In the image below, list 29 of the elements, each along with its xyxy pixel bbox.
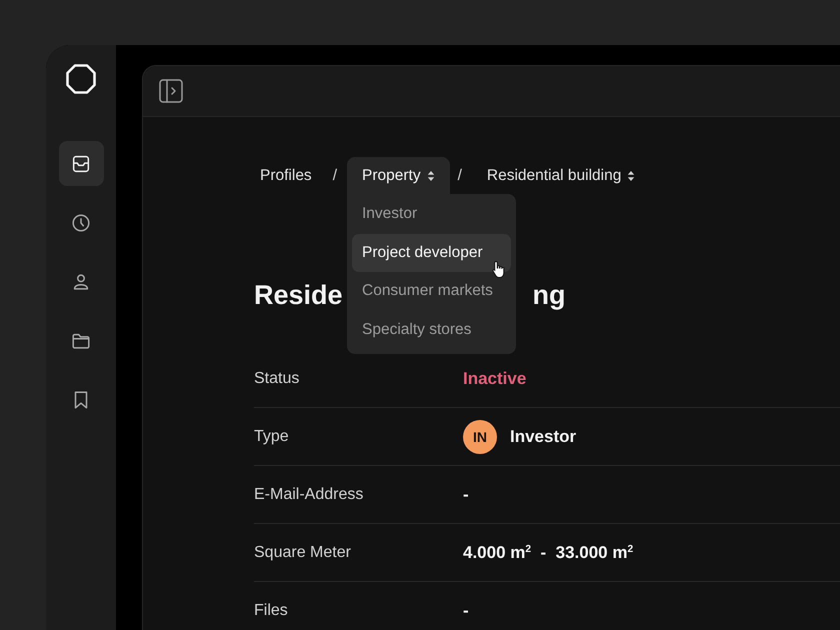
breadcrumb-separator: /	[458, 166, 462, 184]
field-label: Status	[254, 370, 300, 388]
sort-caret-icon	[627, 170, 636, 182]
breadcrumb-separator: /	[332, 166, 337, 184]
menu-item[interactable]: Specialty stores	[352, 310, 511, 349]
field-label: Type	[254, 428, 290, 446]
menu-item[interactable]: Investor	[352, 195, 511, 234]
field-label: Files	[254, 602, 289, 620]
breadcrumb-item[interactable]: Residential building	[472, 157, 650, 194]
field-value: 4.000 m$^{2}$ - 33.000 m$^{2}$	[463, 542, 634, 562]
breadcrumb-item[interactable]: Property	[347, 157, 450, 194]
sidebar-toggle-icon[interactable]	[158, 78, 184, 104]
breadcrumb-item[interactable]: Profiles	[257, 157, 325, 194]
menu-item[interactable]: Consumer markets	[352, 272, 511, 310]
logo-icon	[65, 63, 97, 95]
field-value: -	[463, 600, 469, 620]
clock-icon	[70, 212, 92, 234]
page-title: ng	[532, 280, 566, 310]
menu-item[interactable]: Project developer	[352, 234, 511, 272]
field-label: Square Meter	[254, 544, 352, 562]
sort-caret-icon	[426, 170, 435, 182]
field-label: E-Mail-Address	[254, 486, 364, 504]
field-value: Investor	[510, 426, 576, 446]
type-avatar: IN	[463, 420, 497, 454]
sidebar-item[interactable]	[58, 141, 104, 186]
hand-cursor-icon	[491, 260, 507, 278]
status-value: Inactive	[463, 368, 526, 388]
field-value: -	[463, 484, 469, 504]
page-title: Reside	[254, 280, 343, 310]
